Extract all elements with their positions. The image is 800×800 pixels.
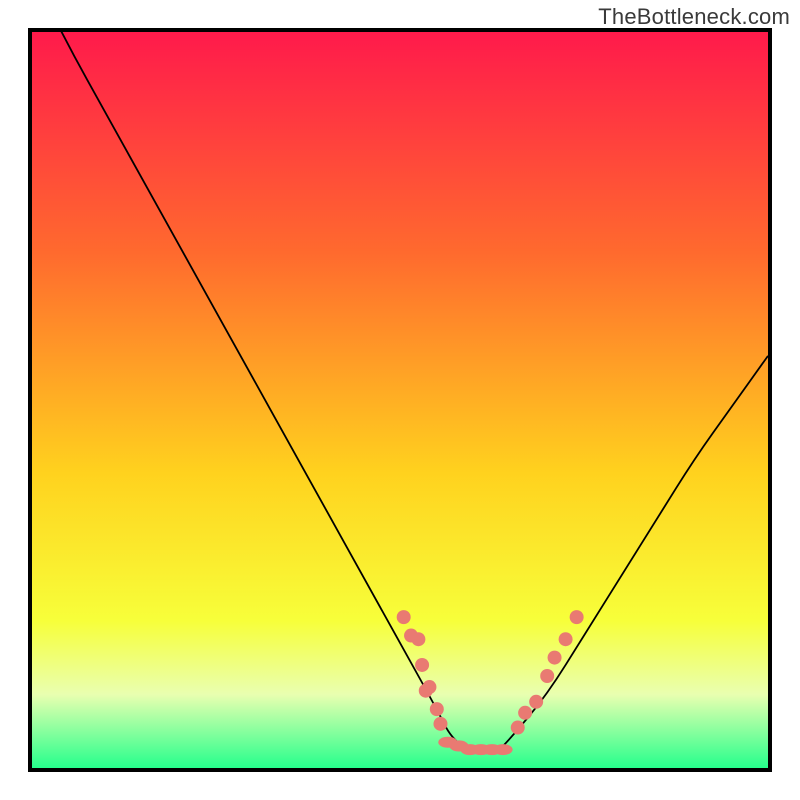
plot-area [28,28,772,772]
marker-point [411,632,425,646]
watermark-text: TheBottleneck.com [598,4,790,30]
marker-point [540,669,554,683]
marker-point [433,717,447,731]
marker-point [529,695,543,709]
marker-point [422,680,436,694]
marker-point [415,658,429,672]
marker-point [570,610,584,624]
marker-point [559,632,573,646]
bottleneck-chart [32,32,768,768]
gradient-background [32,32,768,768]
marker-point [430,702,444,716]
marker-point [493,744,512,755]
marker-point [397,610,411,624]
marker-point [511,721,525,735]
app-frame: TheBottleneck.com [0,0,800,800]
marker-point [518,706,532,720]
marker-point [548,651,562,665]
